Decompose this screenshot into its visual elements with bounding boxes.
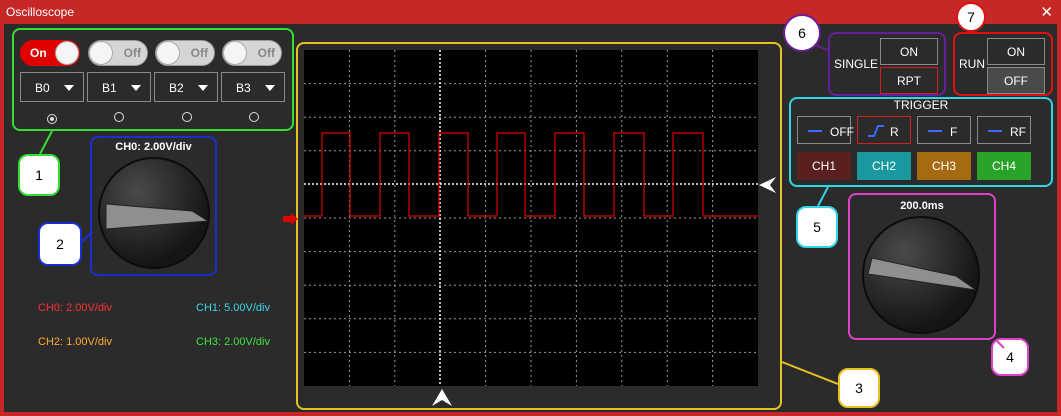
toggle-b0-label: On [30,46,47,60]
falling-edge-icon [928,130,942,132]
channel-scale-ch2: CH2: 1.00V/div [38,336,112,348]
callout-number-6: 6 [783,14,821,52]
flat-line-icon [808,130,822,132]
chevron-down-icon [131,85,141,91]
trigger-mode-rising[interactable]: R [857,116,911,144]
toggle-knob [55,41,79,65]
radio-b3[interactable] [249,112,259,122]
trigger-mode-falling-label: F [950,125,958,139]
trigger-mode-off[interactable]: OFF [797,116,854,144]
rising-edge-icon [868,125,884,137]
callout-number-3: 3 [838,368,880,408]
close-icon[interactable]: ✕ [1040,3,1053,21]
select-b0-value: B0 [35,81,50,95]
select-b0[interactable]: B0 [20,72,84,102]
toggle-b2-label: Off [190,46,208,60]
trigger-mode-falling[interactable]: F [917,116,971,144]
toggle-b3[interactable]: Off [222,40,282,66]
toggle-b1[interactable]: Off [88,40,148,66]
trigger-title: TRIGGER [893,98,949,112]
trigger-channel-ch3[interactable]: CH3 [917,152,971,180]
channel-scale-ch3: CH3: 2.00V/div [196,336,270,348]
trigger-mode-rising-label: R [890,125,899,139]
callout-number-4: 4 [991,338,1029,376]
trigger-mode-both-label: RF [1010,125,1026,139]
trigger-time-marker-icon[interactable] [432,389,452,407]
radio-b2[interactable] [182,112,192,122]
trigger-mode-off-label: OFF [830,125,854,139]
window-title: Oscilloscope [6,5,75,19]
trigger-channel-ch4[interactable]: CH4 [977,152,1031,180]
select-b1[interactable]: B1 [87,72,151,102]
select-b1-value: B1 [102,81,117,95]
callout-number-1: 1 [18,154,60,196]
ch0-level-marker-icon [283,213,298,225]
callout-number-7: 7 [956,2,986,32]
toggle-knob [223,41,247,65]
scope-screen[interactable] [304,50,758,386]
toggle-knob [156,41,180,65]
toggle-b0[interactable]: On [20,40,80,66]
time-knob[interactable] [862,216,980,334]
toggle-b1-label: Off [123,46,141,60]
select-b2[interactable]: B2 [154,72,218,102]
chevron-down-icon [265,85,275,91]
trigger-channel-ch2[interactable]: CH2 [857,152,911,180]
select-b3[interactable]: B3 [221,72,285,102]
run-off-button[interactable]: OFF [987,67,1045,94]
radio-b0[interactable] [47,114,57,124]
run-label: RUN [959,57,985,71]
select-b2-value: B2 [169,81,184,95]
toggle-knob [89,41,113,65]
toggle-b3-label: Off [257,46,275,60]
trigger-channel-ch1[interactable]: CH1 [797,152,851,180]
both-edge-icon [988,130,1002,132]
voltage-knob[interactable] [98,157,210,269]
trigger-mode-both[interactable]: RF [977,116,1031,144]
time-knob-label: 200.0ms [900,200,944,212]
channel-scale-ch1: CH1: 5.00V/div [196,302,270,314]
run-on-button[interactable]: ON [987,38,1045,65]
single-rpt-button[interactable]: RPT [880,67,938,94]
chevron-down-icon [64,85,74,91]
single-on-button[interactable]: ON [880,38,938,65]
select-b3-value: B3 [236,81,251,95]
voltage-knob-label: CH0: 2.00V/div [115,141,192,153]
chevron-down-icon [198,85,208,91]
callout-number-2: 2 [38,222,82,266]
channel-scale-ch0: CH0: 2.00V/div [38,302,112,314]
knob-pointer-icon [105,203,208,230]
callout-number-5: 5 [796,206,838,248]
knob-pointer-icon [867,257,977,291]
radio-b1[interactable] [114,112,124,122]
trigger-level-marker-icon[interactable] [759,177,777,193]
single-label: SINGLE [834,57,879,71]
toggle-b2[interactable]: Off [155,40,215,66]
title-bar: Oscilloscope ✕ [0,0,1061,24]
